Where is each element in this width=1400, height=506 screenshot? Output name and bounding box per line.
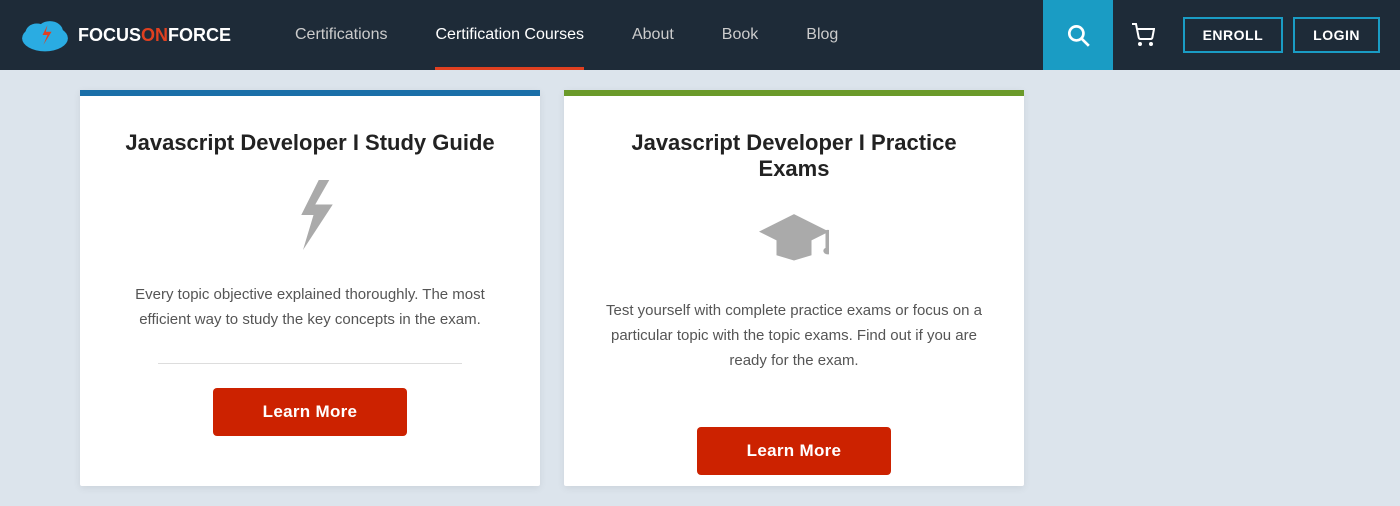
nav-certifications[interactable]: Certifications (271, 0, 411, 70)
study-guide-title: Javascript Developer I Study Guide (125, 130, 494, 156)
nav-right: ENROLL LOGIN (1043, 0, 1380, 70)
search-icon (1065, 22, 1091, 48)
bolt-icon (284, 180, 336, 263)
search-button[interactable] (1043, 0, 1113, 70)
card-top-bar-green (564, 90, 1024, 96)
practice-exams-learn-more-button[interactable]: Learn More (697, 427, 892, 475)
main-content: Javascript Developer I Study Guide Every… (0, 70, 1400, 506)
logo[interactable]: FOCUSONFORCE (20, 17, 231, 53)
logo-icon (20, 17, 70, 53)
graduation-cap-icon (759, 206, 829, 279)
logo-force-text: FORCE (168, 25, 231, 45)
practice-exams-card: Javascript Developer I Practice Exams Te… (564, 90, 1024, 486)
practice-exams-title: Javascript Developer I Practice Exams (604, 130, 984, 182)
nav-blog[interactable]: Blog (782, 0, 862, 70)
practice-exams-description: Test yourself with complete practice exa… (604, 299, 984, 373)
login-button[interactable]: LOGIN (1293, 17, 1380, 53)
logo-on-text: ON (141, 25, 168, 45)
logo-focus-text: FOCUS (78, 25, 141, 45)
navbar: FOCUSONFORCE Certifications Certificatio… (0, 0, 1400, 70)
study-guide-card: Javascript Developer I Study Guide Every… (80, 90, 540, 486)
cart-icon (1131, 23, 1155, 47)
nav-about[interactable]: About (608, 0, 698, 70)
card-divider-1 (158, 363, 462, 364)
study-guide-description: Every topic objective explained thorough… (120, 283, 500, 333)
nav-certification-courses[interactable]: Certification Courses (411, 0, 608, 70)
nav-links: Certifications Certification Courses Abo… (271, 0, 1043, 70)
study-guide-learn-more-button[interactable]: Learn More (213, 388, 408, 436)
cart-button[interactable] (1113, 0, 1173, 70)
card-top-bar-blue (80, 90, 540, 96)
nav-book[interactable]: Book (698, 0, 782, 70)
enroll-button[interactable]: ENROLL (1183, 17, 1284, 53)
